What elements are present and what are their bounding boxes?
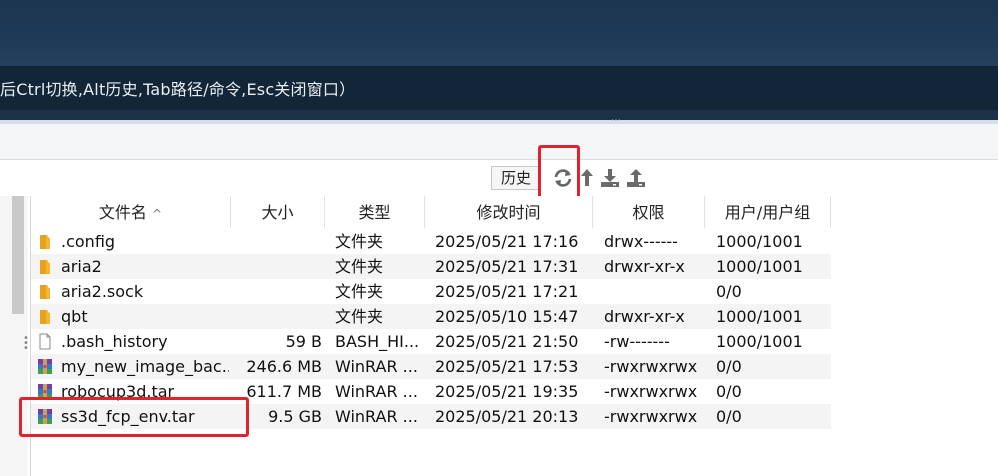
folder-icon — [40, 310, 50, 324]
cell-size — [231, 254, 322, 279]
column-header-size[interactable]: 大小 — [231, 196, 325, 228]
folder-icon — [40, 235, 50, 249]
cell-type: BASH_HI... — [335, 332, 420, 351]
cell-mtime: 2025/05/21 17:16 — [435, 232, 579, 251]
cell-owner: 1000/1001 — [716, 257, 803, 276]
column-header-permissions[interactable]: 权限 — [593, 196, 705, 228]
cell-perm: drwxr-xr-x — [604, 307, 685, 326]
column-header-mtime[interactable]: 修改时间 — [425, 196, 593, 228]
cell-type: 文件夹 — [335, 307, 384, 326]
column-header-type[interactable]: 类型 — [325, 196, 425, 228]
terminal-hint-bar: 后Ctrl切换,Alt历史,Tab路径/命令,Esc关闭窗口） — [0, 66, 998, 110]
cell-owner: 0/0 — [716, 282, 742, 301]
history-button[interactable]: 历史 — [491, 166, 541, 190]
up-arrow-icon[interactable] — [580, 167, 594, 189]
column-header-filename[interactable]: 文件名 ^ — [31, 196, 231, 228]
pane-resize-grip-icon[interactable]: • • • — [23, 334, 29, 354]
cell-owner: 0/0 — [716, 382, 742, 401]
file-panel-header — [0, 124, 998, 160]
cell-mtime: 2025/05/21 17:31 — [435, 257, 579, 276]
cell-name: aria2.sock — [61, 282, 144, 301]
cell-size — [231, 279, 322, 304]
table-row[interactable]: .config 文件夹 2025/05/21 17:16 drwx------ 1000… — [31, 229, 831, 254]
table-row[interactable]: .bash_history 59 B BASH_HI... 2025/05/21 21… — [31, 329, 831, 354]
cell-size — [231, 229, 322, 254]
tree-scrollbar[interactable] — [12, 196, 24, 314]
cell-perm — [604, 279, 704, 304]
column-label-filename: 文件名 — [98, 203, 147, 222]
cell-type: 文件夹 — [335, 232, 384, 251]
cell-mtime: 2025/05/21 17:21 — [435, 282, 579, 301]
cell-type: 文件夹 — [335, 282, 384, 301]
winrar-archive-icon — [38, 359, 52, 374]
cell-size: 59 B — [285, 332, 322, 351]
refresh-highlight-box — [538, 145, 580, 199]
cell-name: .config — [61, 232, 116, 251]
cell-perm: -rwxrwxrwx — [604, 407, 698, 426]
cell-owner: 1000/1001 — [716, 232, 803, 251]
cell-perm: -rwxrwxrwx — [604, 357, 698, 376]
cell-name: qbt — [61, 307, 88, 326]
cell-type: WinRAR ... — [335, 407, 418, 426]
cell-owner: 0/0 — [716, 407, 742, 426]
cell-type: 文件夹 — [335, 257, 384, 276]
table-row[interactable]: qbt 文件夹 2025/05/10 15:47 drwxr-xr-x 1000/100… — [31, 304, 831, 329]
cell-mtime: 2025/05/21 17:53 — [435, 357, 579, 376]
cell-mtime: 2025/05/21 20:13 — [435, 407, 579, 426]
cell-mtime: 2025/05/21 21:50 — [435, 332, 579, 351]
cell-perm: -rw------- — [604, 332, 670, 351]
cell-mtime: 2025/05/21 19:35 — [435, 382, 579, 401]
table-header: 文件名 ^ 大小 类型 修改时间 权限 用户/用户组 — [31, 196, 831, 228]
terminal-bottom-strip — [0, 110, 998, 120]
cell-name: my_new_image_bac... — [61, 357, 229, 376]
cell-owner: 0/0 — [716, 357, 742, 376]
file-icon — [39, 333, 51, 350]
table-row[interactable]: aria2.sock 文件夹 2025/05/21 17:21 0/0 — [31, 279, 831, 304]
table-row[interactable]: my_new_image_bac... 246.6 MB WinRAR ... 202… — [31, 354, 831, 379]
folder-icon — [40, 260, 50, 274]
cell-size — [231, 304, 322, 329]
table-row[interactable]: aria2 文件夹 2025/05/21 17:31 drwxr-xr-x 1000/1… — [31, 254, 831, 279]
cell-mtime: 2025/05/10 15:47 — [435, 307, 579, 326]
terminal-hint-text: 后Ctrl切换,Alt历史,Tab路径/命令,Esc关闭窗口） — [0, 80, 356, 99]
sort-ascending-icon: ^ — [152, 207, 163, 221]
file-highlight-box — [19, 397, 249, 437]
download-icon[interactable] — [599, 167, 621, 189]
cell-owner: 1000/1001 — [716, 307, 803, 326]
cell-name: .bash_history — [61, 332, 168, 351]
column-header-owner[interactable]: 用户/用户组 — [705, 196, 831, 228]
cell-perm: drwxr-xr-x — [604, 257, 685, 276]
cell-type: WinRAR ... — [335, 357, 418, 376]
cell-perm: -rwxrwxrwx — [604, 382, 698, 401]
cell-type: WinRAR ... — [335, 382, 418, 401]
folder-icon — [40, 285, 50, 299]
upload-icon[interactable] — [625, 167, 647, 189]
cell-owner: 1000/1001 — [716, 332, 803, 351]
terminal-area[interactable] — [0, 0, 998, 66]
cell-size: 246.6 MB — [246, 357, 322, 376]
cell-perm: drwx------ — [604, 232, 678, 251]
cell-name: aria2 — [61, 257, 102, 276]
